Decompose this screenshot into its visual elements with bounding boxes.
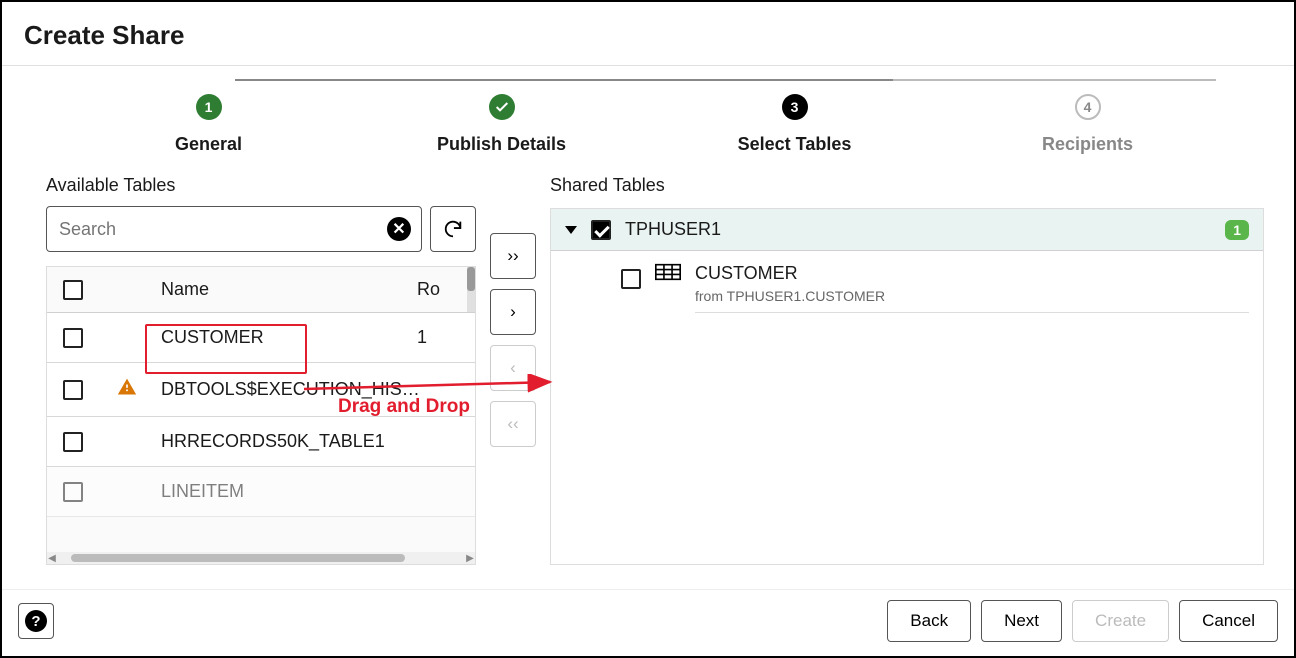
step-select-tables[interactable]: 3 Select Tables	[648, 94, 941, 155]
step-label: Select Tables	[738, 134, 852, 155]
warning-icon	[117, 377, 161, 402]
row-checkbox[interactable]	[63, 380, 83, 400]
move-right-button[interactable]: ›	[490, 289, 536, 335]
row-checkbox[interactable]	[63, 328, 83, 348]
row-name: LINEITEM	[161, 481, 417, 502]
shared-item-row[interactable]: CUSTOMER from TPHUSER1.CUSTOMER	[551, 251, 1263, 319]
item-checkbox[interactable]	[621, 269, 641, 289]
group-count-badge: 1	[1225, 220, 1249, 240]
refresh-button[interactable]	[430, 206, 476, 252]
column-rows[interactable]: Ro	[417, 279, 467, 300]
create-share-dialog: Create Share 1 General Publish Details 3…	[0, 0, 1296, 658]
create-button[interactable]: Create	[1072, 600, 1169, 642]
row-name: CUSTOMER	[161, 327, 417, 348]
table-header: Name Ro	[47, 267, 475, 313]
row-rows-value: 1	[417, 327, 467, 348]
column-name[interactable]: Name	[161, 279, 417, 300]
dialog-title: Create Share	[2, 2, 1294, 66]
check-icon	[494, 99, 510, 115]
drag-drop-label: Drag and Drop	[338, 396, 470, 418]
search-input[interactable]	[57, 218, 387, 241]
table-row[interactable]: HRRECORDS50K_TABLE1	[47, 417, 475, 467]
group-checkbox[interactable]	[591, 220, 611, 240]
dialog-body: Available Tables ✕ Name Ro	[2, 165, 1294, 565]
shared-item-source: from TPHUSER1.CUSTOMER	[695, 288, 1249, 304]
available-tables-title: Available Tables	[46, 175, 476, 196]
move-all-left-button[interactable]: ‹‹	[490, 401, 536, 447]
step-indicator: 4	[1075, 94, 1101, 120]
row-name: HRRECORDS50K_TABLE1	[161, 431, 417, 452]
shared-group-name: TPHUSER1	[625, 219, 1211, 240]
collapse-icon[interactable]	[565, 226, 577, 234]
step-label: Recipients	[1042, 134, 1133, 155]
available-tables-panel: Available Tables ✕ Name Ro	[46, 175, 476, 565]
table-icon	[655, 263, 681, 286]
vertical-scrollbar[interactable]	[467, 267, 475, 312]
move-left-button[interactable]: ‹	[490, 345, 536, 391]
search-box[interactable]: ✕	[46, 206, 422, 252]
step-connector	[570, 79, 893, 81]
refresh-icon	[442, 218, 464, 240]
clear-search-icon[interactable]: ✕	[387, 217, 411, 241]
step-connector	[235, 79, 571, 81]
select-all-checkbox[interactable]	[63, 280, 83, 300]
next-button[interactable]: Next	[981, 600, 1062, 642]
table-row[interactable]: CUSTOMER 1	[47, 313, 475, 363]
cancel-button[interactable]: Cancel	[1179, 600, 1278, 642]
step-recipients[interactable]: 4 Recipients	[941, 94, 1234, 155]
help-icon: ?	[25, 610, 47, 632]
shared-tables-tree: TPHUSER1 1 CUSTOMER from TPHUSER1.CUSTOM…	[550, 208, 1264, 565]
table-row[interactable]: LINEITEM	[47, 467, 475, 517]
step-label: Publish Details	[437, 134, 566, 155]
step-publish-details[interactable]: Publish Details	[355, 94, 648, 155]
shared-item-name: CUSTOMER	[695, 263, 1249, 284]
help-button[interactable]: ?	[18, 603, 54, 639]
step-connector	[893, 79, 1216, 81]
shared-group-row[interactable]: TPHUSER1 1	[551, 209, 1263, 251]
step-label: General	[175, 134, 242, 155]
stepper: 1 General Publish Details 3 Select Table…	[2, 66, 1294, 165]
transfer-controls: ›› › ‹ ‹‹	[486, 175, 540, 565]
step-indicator: 1	[196, 94, 222, 120]
shared-tables-title: Shared Tables	[550, 175, 1264, 196]
shared-tables-panel: Shared Tables TPHUSER1 1 CUSTOMER from T…	[550, 175, 1264, 565]
back-button[interactable]: Back	[887, 600, 971, 642]
dialog-footer: ? Back Next Create Cancel	[2, 589, 1294, 656]
row-checkbox[interactable]	[63, 482, 83, 502]
step-indicator: 3	[782, 94, 808, 120]
row-checkbox[interactable]	[63, 432, 83, 452]
step-indicator	[489, 94, 515, 120]
horizontal-scrollbar[interactable]: ◀▶	[47, 552, 475, 564]
move-all-right-button[interactable]: ››	[490, 233, 536, 279]
step-general[interactable]: 1 General	[62, 94, 355, 155]
